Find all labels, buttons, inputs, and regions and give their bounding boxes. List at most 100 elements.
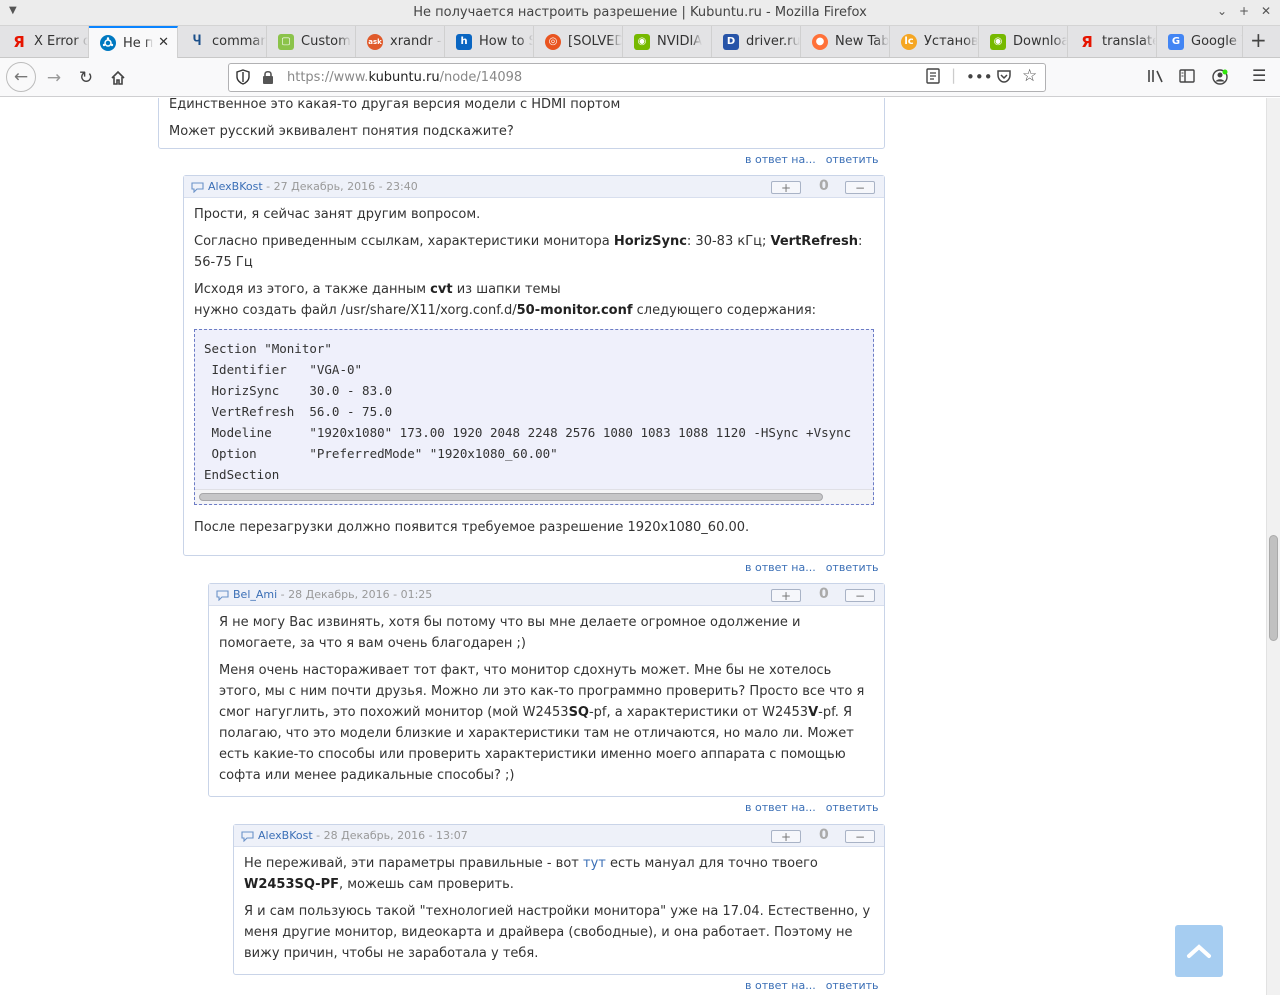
library-icon[interactable] [1147,68,1165,88]
reply-links: в ответ на... ответить [745,979,879,992]
firefox-icon: ● [812,33,828,50]
hamburger-menu-icon[interactable]: ☰ [1252,66,1266,85]
tab-label: [SOLVED [568,34,622,49]
tab-x-error[interactable]: Я X Error o [0,26,89,57]
driver-icon: D [723,33,739,50]
page-actions-icon[interactable]: ••• [966,68,993,86]
tab-xrandr[interactable]: ask xrandr - [356,26,445,57]
reply-link[interactable]: ответить [826,979,879,992]
comment-author-line: Bel_Ami - 28 Декабрь, 2016 - 01:25 [233,588,432,601]
comment-text: Может русский эквивалент понятия подскаж… [169,124,514,139]
vote-down-button[interactable]: − [845,589,875,602]
reply-links: в ответ на... ответить [745,801,879,814]
reader-view-icon[interactable] [926,68,940,88]
tracking-protection-icon[interactable] [235,69,251,89]
reply-link[interactable]: ответить [826,561,879,574]
tab-how-to[interactable]: h How to S [445,26,534,57]
reply-to-link[interactable]: в ответ на... [745,153,816,166]
forward-icon[interactable]: → [40,64,68,92]
vote-up-button[interactable]: + [771,830,801,843]
comment-author-line: AlexBKost - 27 Декабрь, 2016 - 23:40 [208,180,418,193]
tab-translate[interactable]: Я translate [1068,26,1157,57]
vote-score: 0 [819,586,829,602]
vote-up-button[interactable]: + [771,589,801,602]
comment-text: Единственное это какая-то другая версия … [169,98,621,112]
lock-icon[interactable] [261,69,275,89]
maximize-icon[interactable]: + [1236,4,1252,18]
tab-label: comman [212,34,266,49]
comment-date: - 27 Декабрь, 2016 - 23:40 [262,180,418,193]
comment-bel-ami: Bel_Ami - 28 Декабрь, 2016 - 01:25 + 0 −… [208,583,885,797]
account-icon[interactable] [1211,68,1229,90]
comment-text: Прости, я сейчас занят другим вопросом. [194,207,481,222]
comment-text: Не переживай, эти параметры правильные -… [244,856,818,892]
tab-new-tab[interactable]: ● New Tab [801,26,890,57]
reply-link[interactable]: ответить [826,153,879,166]
reply-link[interactable]: ответить [826,801,879,814]
tab-kubuntu[interactable]: Не п ✕ [89,26,178,58]
tab-driver[interactable]: D driver.ru [712,26,801,57]
reply-to-link[interactable]: в ответ на... [745,801,816,814]
window-title: Не получается настроить разрешение | Kub… [413,5,867,20]
comment-header: AlexBKost - 28 Декабрь, 2016 - 13:07 + 0… [234,825,884,847]
tab-solved[interactable]: ◎ [SOLVED [534,26,623,57]
tab-label: Google T [1191,34,1242,49]
vote-down-button[interactable]: − [845,830,875,843]
manual-link[interactable]: тут [583,856,606,871]
pocket-icon[interactable] [996,68,1012,88]
url-text: https://www.kubuntu.ru/node/14098 [287,70,523,85]
back-icon[interactable]: ← [6,62,36,92]
tab-label: driver.ru [746,34,800,49]
tab-label: How to S [479,34,533,49]
scrollbar-thumb[interactable] [1269,535,1278,641]
minimize-icon[interactable]: ⌄ [1214,4,1230,18]
ubuntu-icon: ◎ [545,33,561,50]
url-bar[interactable]: https://www.kubuntu.ru/node/14098 | ••• … [228,63,1046,92]
tab-label: Custom [301,34,351,49]
tab-custom[interactable]: ▢ Custom [267,26,356,57]
comment-date: - 28 Декабрь, 2016 - 01:25 [277,588,433,601]
code-horizontal-scrollbar[interactable] [195,489,873,504]
nvidia-icon: ◉ [990,33,1006,50]
unix-linux-icon: Ⴗ [192,34,202,49]
navigation-toolbar: ← → ↻ https://www.kubuntu.ru/node/14098 … [0,58,1280,97]
yandex-icon: Я [13,32,25,51]
tab-ustanov[interactable]: lc Установ [890,26,979,57]
bookmark-star-icon[interactable]: ☆ [1022,66,1037,86]
tab-label: Не п [123,35,154,51]
tab-download[interactable]: ◉ Downloa [979,26,1068,57]
comment-previous: Единственное это какая-то другая версия … [158,98,885,149]
code-block: Section "Monitor" Identifier "VGA-0" Hor… [194,329,874,505]
custom-icon: ▢ [278,33,294,50]
home-icon[interactable] [104,64,132,92]
tab-google-translate[interactable]: G Google T [1157,26,1243,57]
window-titlebar: ▼ Не получается настроить разрешение | K… [0,0,1280,26]
code-text: Section "Monitor" Identifier "VGA-0" Hor… [204,341,852,482]
reply-to-link[interactable]: в ответ на... [745,979,816,992]
close-tab-icon[interactable]: ✕ [158,35,169,50]
comment-header: AlexBKost - 27 Декабрь, 2016 - 23:40 + 0… [184,176,884,198]
vote-up-button[interactable]: + [771,181,801,194]
nvidia-icon: ◉ [634,33,650,50]
tab-command[interactable]: Ⴗ comman [178,26,267,57]
code-scrollbar-thumb[interactable] [199,493,823,501]
vote-down-button[interactable]: − [845,181,875,194]
comment-author-link[interactable]: AlexBKost [258,829,313,842]
reply-to-link[interactable]: в ответ на... [745,561,816,574]
comment-author-link[interactable]: Bel_Ami [233,588,277,601]
close-window-icon[interactable]: ✕ [1258,4,1274,18]
new-tab-icon[interactable]: + [1250,28,1267,52]
comment-bubble-icon [241,831,254,845]
comment-author-link[interactable]: AlexBKost [208,180,263,193]
vote-score: 0 [819,178,829,194]
tab-nvidia[interactable]: ◉ NVIDIA [623,26,712,57]
tab-label: NVIDIA [657,34,703,49]
askubuntu-icon: ask [367,33,383,50]
tab-label: Установ [924,34,978,49]
page-vertical-scrollbar[interactable] [1266,98,1280,995]
sidebar-icon[interactable] [1179,68,1195,88]
scroll-to-top-button[interactable] [1175,925,1223,977]
reload-icon[interactable]: ↻ [72,64,100,92]
linkedin-icon: h [456,33,472,50]
lumpics-icon: lc [901,33,917,50]
